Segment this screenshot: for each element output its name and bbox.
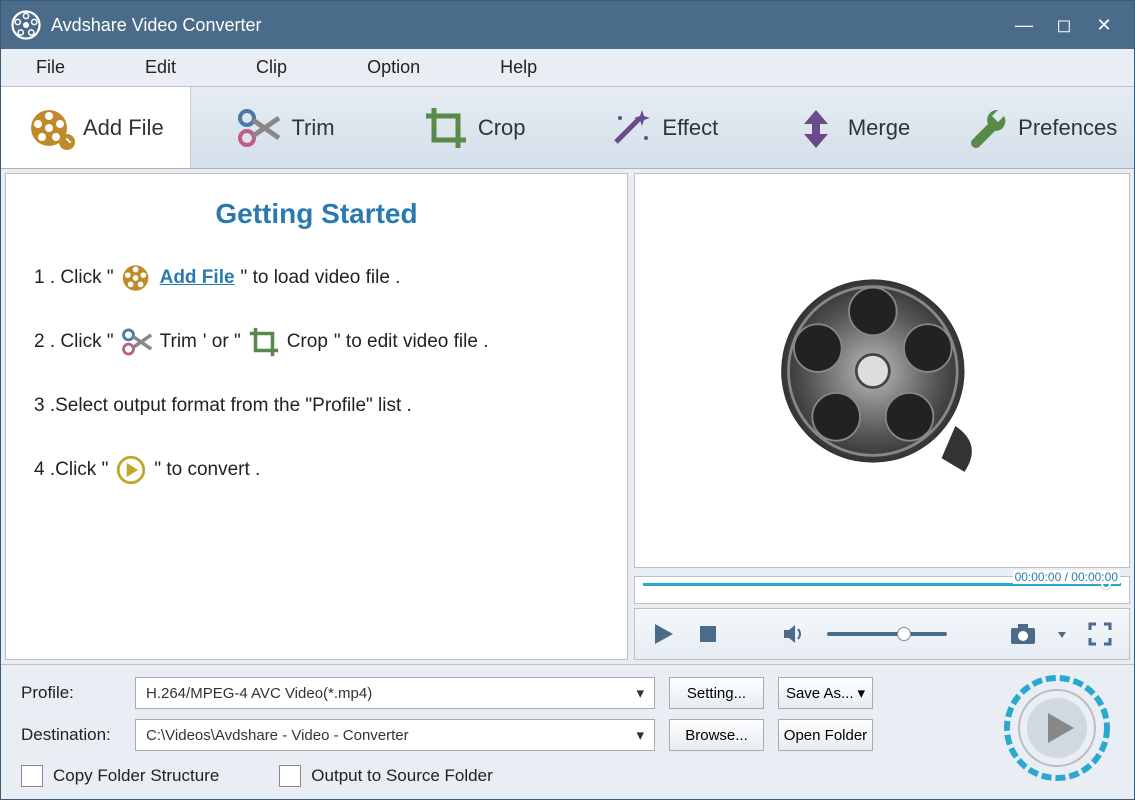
toolbar-add-file[interactable]: Add File — [1, 87, 191, 168]
titlebar: Avdshare Video Converter — ◻ ✕ — [1, 1, 1134, 49]
getting-started-panel: Getting Started 1 . Click " Add File " t… — [5, 173, 628, 660]
destination-row: Destination: C:\Videos\Avdshare - Video … — [21, 719, 1114, 751]
player-controls — [634, 608, 1130, 660]
step-3: 3 .Select output format from the "Profil… — [34, 388, 599, 424]
output-source-label: Output to Source Folder — [311, 766, 492, 786]
play-button[interactable] — [651, 621, 677, 647]
toolbar-crop-label: Crop — [478, 115, 526, 141]
step-2: 2 . Click " Trim ' or " Crop " to edit v… — [34, 324, 599, 360]
copy-folder-label: Copy Folder Structure — [53, 766, 219, 786]
step2-text-b: " to edit video file . — [334, 324, 489, 360]
save-as-button[interactable]: Save As...▾ — [778, 677, 873, 709]
convert-button[interactable] — [1002, 673, 1112, 783]
preview-panel: 00:00:00 / 00:00:00 — [634, 173, 1130, 660]
volume-icon[interactable] — [781, 621, 807, 647]
step1-text-b: " to load video file . — [241, 260, 401, 296]
chevron-down-icon: ▾ — [636, 726, 644, 744]
checkbox-box — [21, 765, 43, 787]
toolbar-effect-label: Effect — [662, 115, 718, 141]
browse-button[interactable]: Browse... — [669, 719, 764, 751]
step2-text-a: 2 . Click " — [34, 324, 114, 360]
destination-dropdown[interactable]: C:\Videos\Avdshare - Video - Converter ▾ — [135, 719, 655, 751]
toolbar-trim[interactable]: Trim — [191, 87, 380, 168]
toolbar-crop[interactable]: Crop — [379, 87, 568, 168]
checkbox-box — [279, 765, 301, 787]
menu-option[interactable]: Option — [342, 49, 475, 86]
step4-text-b: " to convert . — [154, 452, 260, 488]
checkbox-row: Copy Folder Structure Output to Source F… — [21, 765, 1114, 787]
step-1: 1 . Click " Add File " to load video fil… — [34, 260, 599, 296]
step2-crop: Crop — [287, 324, 328, 360]
fullscreen-button[interactable] — [1087, 621, 1113, 647]
step2-or: ' or " — [203, 324, 241, 360]
destination-value: C:\Videos\Avdshare - Video - Converter — [146, 727, 409, 744]
play-circle-icon — [114, 453, 148, 487]
toolbar-trim-label: Trim — [291, 115, 334, 141]
wand-icon — [606, 104, 654, 152]
toolbar: Add File Trim Crop Effect Merge Prefence… — [1, 87, 1134, 169]
volume-knob[interactable] — [897, 627, 911, 641]
step4-text-a: 4 .Click " — [34, 452, 108, 488]
menu-help[interactable]: Help — [475, 49, 592, 86]
getting-started-title: Getting Started — [34, 198, 599, 230]
preview-area — [634, 173, 1130, 568]
content-area: Getting Started 1 . Click " Add File " t… — [1, 169, 1134, 664]
profile-label: Profile: — [21, 683, 121, 703]
open-folder-button[interactable]: Open Folder — [778, 719, 873, 751]
app-logo-icon — [11, 10, 41, 40]
reel-icon — [120, 261, 154, 295]
setting-button[interactable]: Setting... — [669, 677, 764, 709]
chevron-down-icon: ▾ — [636, 684, 644, 702]
crop-icon — [247, 325, 281, 359]
toolbar-prefences-label: Prefences — [1018, 115, 1117, 141]
profile-row: Profile: H.264/MPEG-4 AVC Video(*.mp4) ▾… — [21, 677, 1114, 709]
step-4: 4 .Click " " to convert . — [34, 452, 599, 488]
toolbar-addfile-label: Add File — [83, 115, 164, 141]
close-button[interactable]: ✕ — [1084, 15, 1124, 36]
film-reel-icon — [772, 261, 992, 481]
bottom-panel: Profile: H.264/MPEG-4 AVC Video(*.mp4) ▾… — [1, 664, 1134, 799]
profile-value: H.264/MPEG-4 AVC Video(*.mp4) — [146, 685, 372, 702]
reel-icon — [27, 104, 75, 152]
crop-icon — [422, 104, 470, 152]
menu-file[interactable]: File — [11, 49, 120, 86]
chevron-down-icon: ▾ — [858, 684, 866, 702]
wrench-icon — [962, 104, 1010, 152]
app-window: Avdshare Video Converter — ◻ ✕ File Edit… — [0, 0, 1135, 800]
merge-icon — [792, 104, 840, 152]
snapshot-button[interactable] — [1009, 622, 1037, 646]
copy-folder-checkbox[interactable]: Copy Folder Structure — [21, 765, 219, 787]
menu-edit[interactable]: Edit — [120, 49, 231, 86]
menu-clip[interactable]: Clip — [231, 49, 342, 86]
snapshot-dropdown[interactable] — [1057, 622, 1067, 646]
output-source-checkbox[interactable]: Output to Source Folder — [279, 765, 492, 787]
app-title: Avdshare Video Converter — [51, 15, 1004, 36]
menubar: File Edit Clip Option Help — [1, 49, 1134, 87]
stop-button[interactable] — [697, 623, 719, 645]
destination-label: Destination: — [21, 725, 121, 745]
toolbar-effect[interactable]: Effect — [568, 87, 757, 168]
toolbar-merge[interactable]: Merge — [757, 87, 946, 168]
profile-dropdown[interactable]: H.264/MPEG-4 AVC Video(*.mp4) ▾ — [135, 677, 655, 709]
step1-text-a: 1 . Click " — [34, 260, 114, 296]
volume-slider[interactable] — [827, 632, 947, 636]
step2-trim: Trim — [160, 324, 197, 360]
time-display: 00:00:00 / 00:00:00 — [1013, 570, 1120, 584]
maximize-button[interactable]: ◻ — [1044, 15, 1084, 36]
toolbar-merge-label: Merge — [848, 115, 910, 141]
scissors-icon — [120, 325, 154, 359]
minimize-button[interactable]: — — [1004, 15, 1044, 36]
scissors-icon — [235, 104, 283, 152]
add-file-link[interactable]: Add File — [160, 260, 235, 296]
toolbar-prefences[interactable]: Prefences — [945, 87, 1134, 168]
save-as-label: Save As... — [786, 685, 854, 702]
